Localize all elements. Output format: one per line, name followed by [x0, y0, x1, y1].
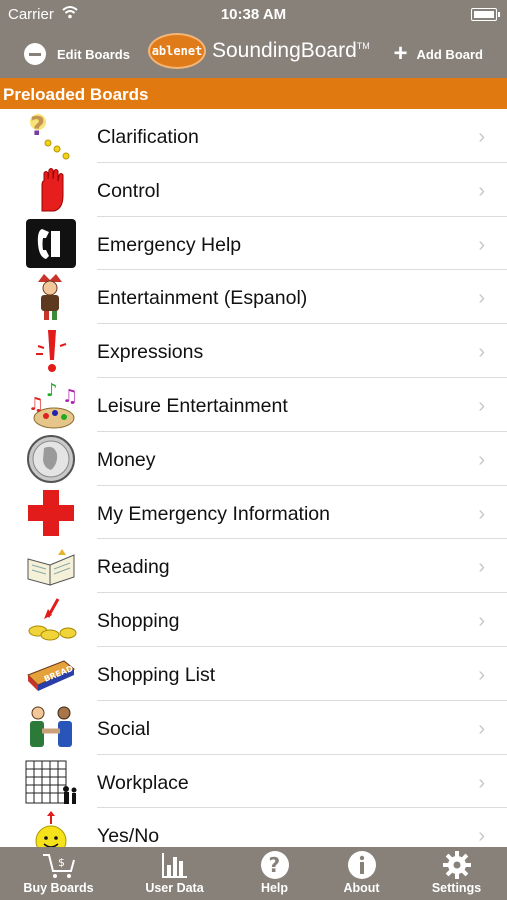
coins-arrow-icon [24, 595, 78, 645]
board-row-shopping-list[interactable]: BREAD Shopping List › [0, 647, 507, 701]
ablenet-logo: ablenet [148, 33, 206, 69]
board-label: Clarification [97, 126, 199, 148]
board-label: Leisure Entertainment [97, 394, 288, 417]
tab-about[interactable]: About [311, 847, 412, 900]
status-bar: Carrier 10:38 AM [0, 0, 507, 30]
chevron-right-icon: › [478, 556, 485, 579]
chevron-right-icon: › [478, 502, 485, 525]
trademark-mark: TM [356, 41, 370, 51]
board-row-entertainment-espanol[interactable]: Entertainment (Espanol) › [0, 270, 507, 325]
brand: ablenet SoundingBoardTM [148, 33, 370, 69]
minus-circle-icon [24, 43, 46, 65]
telephone-icon [24, 218, 78, 269]
board-label: Entertainment (Espanol) [97, 287, 308, 310]
chevron-right-icon: › [478, 717, 485, 740]
chevron-right-icon: › [478, 287, 485, 310]
cart-icon: $ [8, 850, 109, 880]
red-cross-icon [24, 488, 78, 538]
add-board-label: Add Board [416, 46, 483, 62]
chevron-right-icon: › [478, 341, 485, 364]
board-label: Yes/No [97, 825, 160, 848]
board-list: ? Clarification › Control › [0, 109, 507, 863]
chevron-right-icon: › [478, 771, 485, 794]
music-palette-icon: ♫ ♪ ♫ [24, 380, 78, 430]
chevron-right-icon: › [478, 610, 485, 633]
board-row-my-emergency-information[interactable]: My Emergency Information › [0, 486, 507, 540]
chevron-right-icon: › [478, 448, 485, 471]
nav-bar: Edit Boards ablenet SoundingBoardTM + Ad… [0, 30, 507, 78]
chevron-right-icon: › [478, 233, 485, 256]
handshake-icon [24, 703, 78, 753]
board-row-shopping[interactable]: Shopping › [0, 593, 507, 647]
tab-user-data[interactable]: User Data [124, 847, 225, 900]
board-label: Money [97, 448, 156, 471]
status-time: 10:38 AM [220, 6, 287, 23]
chevron-right-icon: › [478, 126, 485, 148]
help-icon: ? [224, 850, 325, 880]
stop-hand-icon [24, 165, 78, 215]
svg-text:♪: ♪ [46, 380, 58, 401]
section-header: Preloaded Boards [0, 78, 507, 109]
board-label: Social [97, 717, 151, 740]
tab-label: User Data [145, 881, 204, 895]
board-row-money[interactable]: Money › [0, 432, 507, 486]
board-label: Emergency Help [97, 233, 242, 256]
app-title: SoundingBoardTM [212, 39, 370, 63]
board-label: Control [97, 179, 160, 202]
board-row-social[interactable]: Social › [0, 701, 507, 755]
svg-text:?: ? [268, 853, 280, 877]
bar-chart-icon [124, 850, 225, 880]
plus-icon: + [393, 40, 408, 67]
svg-text:$: $ [58, 856, 65, 869]
jester-icon [24, 272, 78, 322]
chevron-right-icon: › [478, 825, 485, 848]
edit-boards-label: Edit Boards [57, 46, 130, 62]
chevron-right-icon: › [478, 394, 485, 417]
board-label: Shopping List [97, 663, 216, 686]
question-dots-icon: ? [24, 111, 78, 161]
board-row-leisure-entertainment[interactable]: ♫ ♪ ♫ Leisure Entertainment › [0, 378, 507, 432]
coin-icon [24, 434, 78, 484]
svg-text:♫: ♫ [62, 386, 78, 407]
board-label: Shopping [97, 610, 180, 633]
tab-label: Settings [431, 881, 482, 895]
board-row-reading[interactable]: Reading › [0, 539, 507, 594]
exclamation-icon [24, 326, 78, 376]
gear-icon [406, 850, 507, 880]
svg-text:♫: ♫ [28, 394, 44, 415]
board-label: Expressions [97, 341, 204, 364]
board-row-control[interactable]: Control › [0, 163, 507, 217]
tab-help[interactable]: ? Help [224, 847, 325, 900]
board-row-workplace[interactable]: Workplace › [0, 755, 507, 809]
board-row-clarification[interactable]: ? Clarification › [0, 109, 507, 163]
board-row-expressions[interactable]: Expressions › [0, 324, 507, 378]
board-label: Reading [97, 556, 170, 579]
chevron-right-icon: › [478, 179, 485, 202]
tab-label: About [343, 881, 380, 895]
tab-label: Buy Boards [23, 881, 94, 895]
ablenet-logo-text: ablenet [151, 44, 203, 58]
board-label: Workplace [97, 771, 189, 794]
add-board-button[interactable]: + Add Board [394, 30, 483, 78]
board-row-emergency-help[interactable]: Emergency Help › [0, 217, 507, 271]
info-icon [311, 850, 412, 880]
app-title-text: SoundingBoard [212, 39, 357, 62]
tab-settings[interactable]: Settings [406, 847, 507, 900]
bread-icon: BREAD [24, 649, 78, 699]
board-label: My Emergency Information [97, 502, 331, 525]
office-building-icon [24, 757, 78, 807]
tab-bar: $ Buy Boards User Data ? Help About Sett… [0, 847, 507, 900]
battery-icon [471, 8, 500, 21]
tab-buy-boards[interactable]: $ Buy Boards [8, 847, 109, 900]
tab-label: Help [260, 881, 289, 895]
open-book-icon [24, 541, 78, 591]
chevron-right-icon: › [478, 663, 485, 686]
edit-boards-button[interactable]: Edit Boards [24, 30, 130, 78]
